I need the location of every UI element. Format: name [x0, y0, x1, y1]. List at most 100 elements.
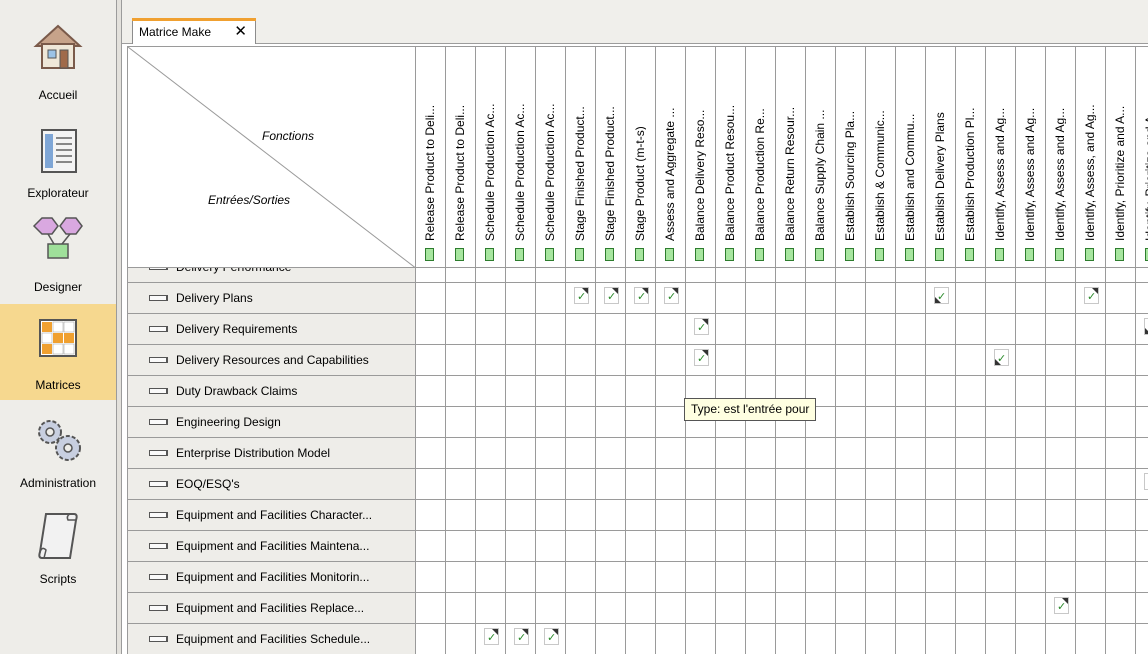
column-header[interactable]: Schedule Production Ac...: [536, 46, 566, 268]
matrix-cell[interactable]: [746, 345, 776, 376]
matrix-cell[interactable]: [1046, 438, 1076, 469]
matrix-cell[interactable]: [926, 345, 956, 376]
matrix-cell[interactable]: [416, 438, 446, 469]
matrix-cell[interactable]: [1016, 376, 1046, 407]
matrix-cell[interactable]: [596, 500, 626, 531]
matrix-cell[interactable]: [446, 500, 476, 531]
matrix-cell[interactable]: [866, 624, 896, 654]
matrix-cell[interactable]: [746, 500, 776, 531]
matrix-cell[interactable]: [926, 593, 956, 624]
matrix-cell[interactable]: [836, 562, 866, 593]
matrix-cell[interactable]: [836, 531, 866, 562]
matrix-cell[interactable]: [896, 624, 926, 654]
matrix-cell[interactable]: [596, 469, 626, 500]
matrix-cell[interactable]: [416, 283, 446, 314]
matrix-cell[interactable]: [806, 469, 836, 500]
matrix-cell[interactable]: [536, 407, 566, 438]
column-header[interactable]: Stage Finished Product...: [566, 46, 596, 268]
matrix-cell[interactable]: [536, 531, 566, 562]
matrix-cell[interactable]: [626, 345, 656, 376]
column-header[interactable]: Schedule Production Ac...: [476, 46, 506, 268]
matrix-cell[interactable]: [806, 283, 836, 314]
matrix-cell[interactable]: [956, 407, 986, 438]
matrix-cell[interactable]: [1016, 500, 1046, 531]
matrix-cell[interactable]: [656, 376, 686, 407]
matrix-cell[interactable]: ✓: [536, 624, 566, 654]
matrix-cell[interactable]: [896, 469, 926, 500]
matrix-cell[interactable]: [896, 593, 926, 624]
matrix-cell[interactable]: [656, 438, 686, 469]
relation-check-icon[interactable]: ✓: [994, 349, 1009, 366]
matrix-cell[interactable]: [956, 268, 986, 283]
matrix-cell[interactable]: [1076, 345, 1106, 376]
row-header[interactable]: Delivery Plans: [127, 283, 416, 314]
matrix-cell[interactable]: [986, 314, 1016, 345]
matrix-cell[interactable]: [506, 283, 536, 314]
nav-item-explorateur[interactable]: Explorateur: [0, 110, 116, 210]
matrix-cell[interactable]: [566, 345, 596, 376]
matrix-cell[interactable]: [626, 500, 656, 531]
relation-check-icon[interactable]: ✓: [934, 287, 949, 304]
matrix-cell[interactable]: [1046, 500, 1076, 531]
matrix-cell[interactable]: [1136, 624, 1148, 654]
matrix-cell[interactable]: [986, 283, 1016, 314]
matrix-cell[interactable]: [1106, 268, 1136, 283]
matrix-cell[interactable]: [536, 345, 566, 376]
matrix-cell[interactable]: ✓: [1136, 469, 1148, 500]
matrix-cell[interactable]: [1136, 345, 1148, 376]
matrix-cell[interactable]: [536, 500, 566, 531]
matrix-cell[interactable]: [746, 314, 776, 345]
matrix-cell[interactable]: [956, 376, 986, 407]
row-header[interactable]: Equipment and Facilities Replace...: [127, 593, 416, 624]
matrix-cell[interactable]: [416, 593, 446, 624]
column-header[interactable]: Balance Return Resour...: [776, 46, 806, 268]
matrix-cell[interactable]: [1016, 407, 1046, 438]
matrix-cell[interactable]: [1046, 469, 1076, 500]
matrix-cell[interactable]: [476, 345, 506, 376]
relation-check-icon[interactable]: ✓: [694, 318, 709, 335]
matrix-cell[interactable]: [1046, 345, 1076, 376]
matrix-cell[interactable]: [416, 407, 446, 438]
matrix-cell[interactable]: [476, 283, 506, 314]
matrix-cell[interactable]: [506, 314, 536, 345]
matrix-cell[interactable]: [626, 407, 656, 438]
matrix-cell[interactable]: [1106, 376, 1136, 407]
matrix-cell[interactable]: [746, 469, 776, 500]
matrix-cell[interactable]: [626, 376, 656, 407]
matrix-cell[interactable]: [1016, 624, 1046, 654]
matrix-cell[interactable]: [896, 376, 926, 407]
matrix-cell[interactable]: [626, 314, 656, 345]
matrix-cell[interactable]: [506, 562, 536, 593]
relation-check-icon[interactable]: ✓: [1144, 473, 1148, 490]
matrix-cell[interactable]: [686, 438, 716, 469]
matrix-cell[interactable]: [476, 438, 506, 469]
matrix-cell[interactable]: [566, 562, 596, 593]
matrix-cell[interactable]: [926, 438, 956, 469]
matrix-cell[interactable]: [416, 624, 446, 654]
matrix-cell[interactable]: [416, 531, 446, 562]
matrix-cell[interactable]: [1016, 469, 1046, 500]
matrix-cell[interactable]: [1106, 624, 1136, 654]
matrix-cell[interactable]: [446, 593, 476, 624]
matrix-cell[interactable]: [836, 345, 866, 376]
matrix-cell[interactable]: [1106, 562, 1136, 593]
relation-check-icon[interactable]: ✓: [574, 287, 589, 304]
matrix-cell[interactable]: [446, 345, 476, 376]
matrix-cell[interactable]: [806, 314, 836, 345]
matrix-cell[interactable]: [956, 562, 986, 593]
matrix-cell[interactable]: [1016, 438, 1046, 469]
matrix-cell[interactable]: [986, 268, 1016, 283]
column-header[interactable]: Identify, Assess and Ag...: [1016, 46, 1046, 268]
matrix-cell[interactable]: [986, 469, 1016, 500]
matrix-cell[interactable]: [536, 438, 566, 469]
matrix-cell[interactable]: [626, 438, 656, 469]
matrix-cell[interactable]: [716, 624, 746, 654]
matrix-cell[interactable]: [446, 283, 476, 314]
matrix-cell[interactable]: [626, 469, 656, 500]
matrix-cell[interactable]: [1106, 283, 1136, 314]
matrix-cell[interactable]: [956, 283, 986, 314]
matrix-cell[interactable]: [836, 593, 866, 624]
matrix-cell[interactable]: [1046, 531, 1076, 562]
matrix-cell[interactable]: [656, 314, 686, 345]
matrix-cell[interactable]: [1016, 562, 1046, 593]
